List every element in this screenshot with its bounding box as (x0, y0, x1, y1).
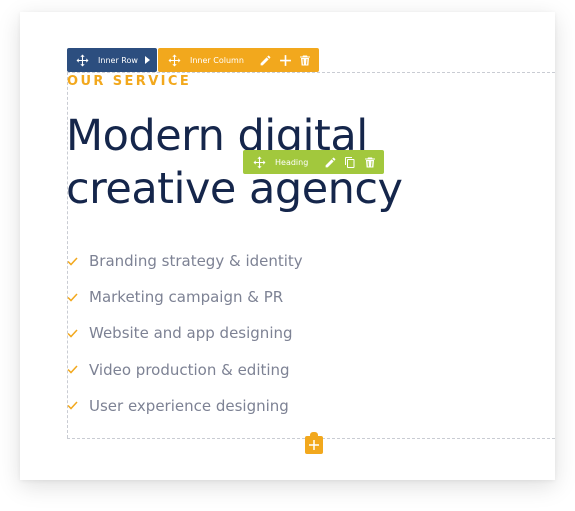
inner-row-label: Inner Row (98, 55, 138, 65)
plus-icon (309, 440, 319, 450)
check-icon (67, 257, 89, 266)
service-label: Branding strategy & identity (89, 252, 303, 271)
list-item: Marketing campaign & PR (67, 279, 303, 315)
inner-row-toolbar[interactable]: Inner Row (67, 48, 157, 72)
pencil-icon[interactable] (320, 152, 340, 172)
caret-right-icon[interactable] (138, 50, 157, 70)
service-label: User experience designing (89, 396, 289, 415)
list-item: Branding strategy & identity (67, 243, 303, 279)
add-element-button[interactable] (305, 436, 323, 454)
service-label: Video production & editing (89, 360, 290, 379)
service-label: Marketing campaign & PR (89, 288, 284, 307)
pencil-icon[interactable] (255, 50, 275, 70)
move-icon[interactable] (249, 152, 269, 172)
inner-column-toolbar[interactable]: Inner Column (158, 48, 319, 72)
section-eyebrow: OUR SERVICE (67, 74, 192, 89)
list-item: Website and app designing (67, 315, 303, 351)
inner-column-outline-top (67, 72, 555, 73)
check-icon (67, 293, 89, 302)
check-icon (67, 329, 89, 338)
service-label: Website and app designing (89, 324, 293, 343)
check-icon (67, 365, 89, 374)
list-item: Video production & editing (67, 352, 303, 388)
move-icon[interactable] (73, 50, 92, 70)
copy-icon[interactable] (340, 152, 360, 172)
list-item: User experience designing (67, 388, 303, 424)
heading-toolbar[interactable]: Heading (243, 150, 384, 174)
inner-column-label: Inner Column (190, 55, 244, 65)
services-list: Branding strategy & identity Marketing c… (67, 243, 303, 424)
move-icon[interactable] (164, 50, 184, 70)
trash-icon[interactable] (295, 50, 315, 70)
plus-icon[interactable] (275, 50, 295, 70)
heading-toolbar-label: Heading (275, 157, 309, 167)
trash-icon[interactable] (360, 152, 380, 172)
check-icon (67, 401, 89, 410)
